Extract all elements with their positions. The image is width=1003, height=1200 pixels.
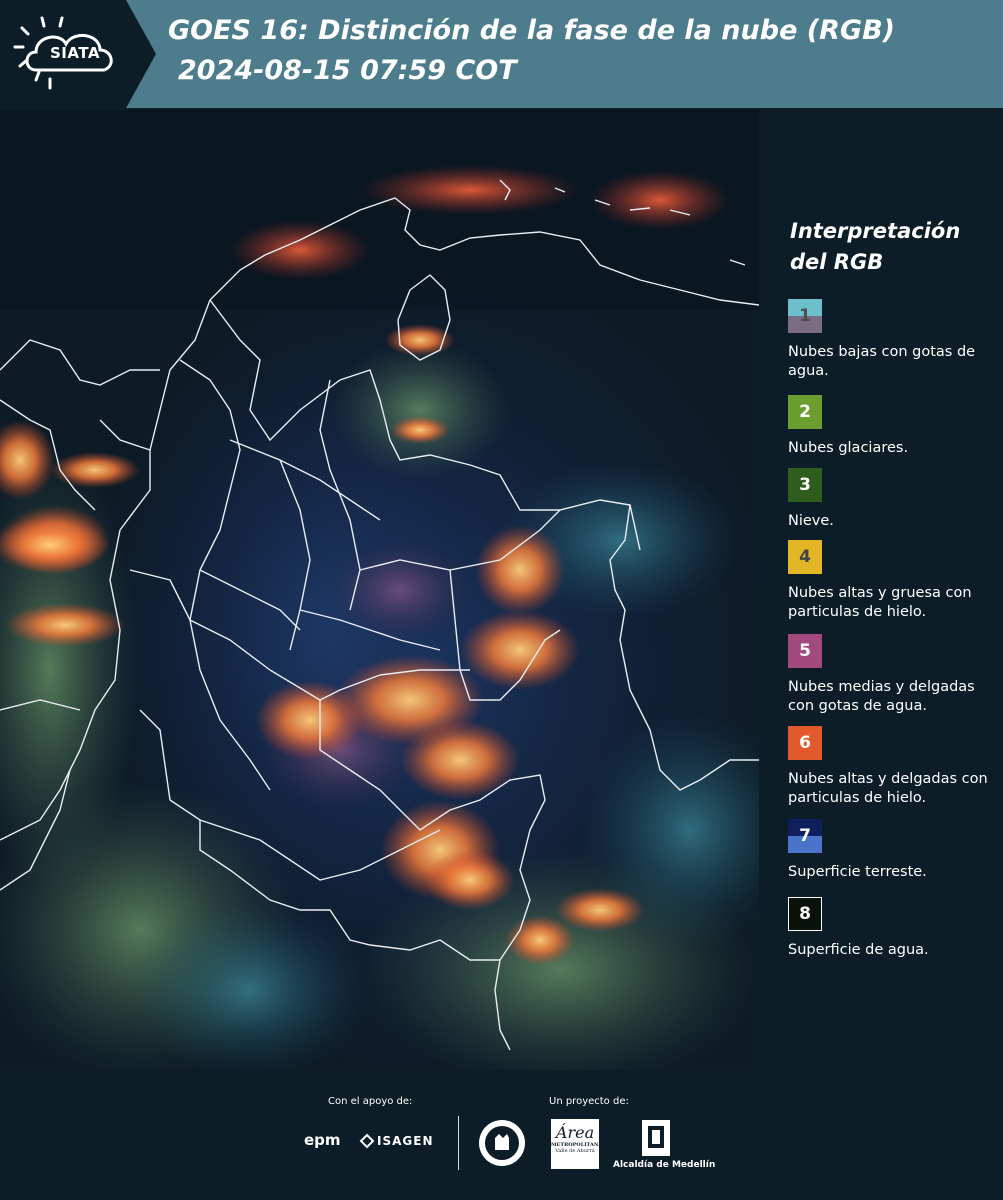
legend-number: 3	[799, 475, 811, 495]
legend-label: Nubes medias y delgadas con gotas de agu…	[788, 679, 975, 714]
footer: Con el apoyo de: Un proyecto de: epm ISA…	[0, 1070, 1003, 1200]
legend-swatch-8: 8	[788, 897, 822, 931]
area-metropolitana-logo: Área METROPOLITANA Valle de Aburrá	[551, 1119, 602, 1169]
legend-label: Nubes altas y delgadas con particulas de…	[788, 771, 988, 806]
legend-number: 4	[799, 547, 811, 567]
legend-panel: Interpretación del RGB 1 Nubes bajas con…	[760, 110, 1003, 1070]
isagen-icon	[359, 1133, 375, 1149]
legend-label: Nubes glaciares.	[788, 440, 909, 456]
epm-logo: epm	[304, 1131, 341, 1149]
legend-label: Nieve.	[788, 513, 834, 529]
legend-swatch-6: 6	[788, 726, 822, 760]
isagen-logo: ISAGEN	[377, 1134, 434, 1148]
legend-number: 1	[799, 306, 811, 326]
satellite-image	[0, 110, 759, 1070]
legend-item-3: 3 Nieve.	[788, 468, 998, 531]
legend-label: Nubes bajas con gotas de agua.	[788, 344, 976, 379]
legend-swatch-7: 7	[788, 819, 822, 853]
logo-text: SIATA	[50, 44, 101, 62]
satellite-map	[0, 110, 759, 1070]
legend-item-8: 8 Superficie de agua.	[788, 897, 998, 960]
legend-item-7: 7 Superficie terreste.	[788, 819, 998, 882]
legend-item-4: 4 Nubes altas y gruesa con particulas de…	[788, 540, 998, 622]
header-bar: SIATA GOES 16: Distinción de la fase de …	[0, 0, 1003, 108]
legend-number: 5	[799, 641, 811, 661]
support-label: Con el apoyo de:	[328, 1096, 413, 1107]
legend-item-1: 1 Nubes bajas con gotas de agua.	[788, 299, 998, 381]
medellin-seal-icon	[479, 1120, 525, 1166]
page-title: GOES 16: Distinción de la fase de la nub…	[168, 15, 895, 46]
legend-title-line1: Interpretación	[790, 219, 961, 243]
legend-number: 6	[799, 733, 811, 753]
alcaldia-logo: Alcaldía de Medellín	[613, 1160, 716, 1170]
legend-swatch-5: 5	[788, 634, 822, 668]
legend-title-line2: del RGB	[790, 250, 884, 274]
legend-label: Superficie terreste.	[788, 864, 927, 880]
legend-number: 7	[799, 826, 811, 846]
legend-swatch-1: 1	[788, 299, 822, 333]
area-metro-text-top: Área	[555, 1123, 595, 1142]
legend-number: 2	[799, 402, 811, 422]
legend-number: 8	[799, 904, 811, 924]
legend-item-6: 6 Nubes altas y delgadas con particulas …	[788, 726, 998, 808]
page-datetime: 2024-08-15 07:59 COT	[178, 55, 517, 86]
siata-logo: SIATA	[0, 0, 156, 108]
legend-swatch-2: 2	[788, 395, 822, 429]
legend-item-2: 2 Nubes glaciares.	[788, 395, 998, 458]
footer-divider	[458, 1116, 459, 1170]
legend-item-5: 5 Nubes medias y delgadas con gotas de a…	[788, 634, 998, 716]
legend-label: Superficie de agua.	[788, 942, 929, 958]
area-metro-text-bottom: Valle de Aburrá	[555, 1148, 595, 1154]
alcaldia-shield-icon	[642, 1120, 670, 1156]
project-label: Un proyecto de:	[549, 1096, 629, 1107]
legend-swatch-4: 4	[788, 540, 822, 574]
legend-label: Nubes altas y gruesa con particulas de h…	[788, 585, 972, 620]
legend-swatch-3: 3	[788, 468, 822, 502]
legend-title: Interpretación del RGB	[790, 216, 990, 278]
